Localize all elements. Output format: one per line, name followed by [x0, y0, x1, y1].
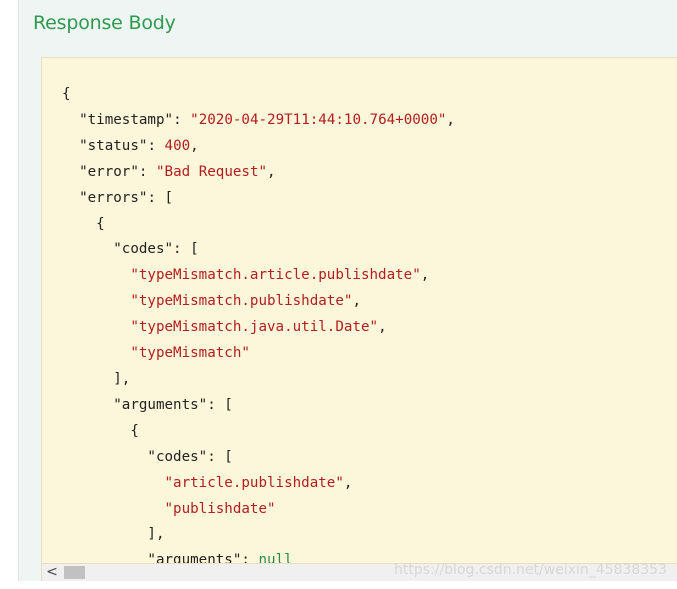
response-body-code-box[interactable]: { "timestamp": "2020-04-29T11:44:10.764+… — [41, 57, 677, 564]
scrollbar-thumb[interactable] — [64, 566, 85, 579]
json-key: "errors" — [79, 189, 148, 206]
scroll-left-arrow-icon[interactable]: < — [44, 564, 60, 581]
json-key: "error" — [79, 163, 139, 180]
json-string: "publishdate" — [164, 500, 276, 517]
page: Response Body { "timestamp": "2020-04-29… — [0, 0, 677, 589]
bottom-strip — [18, 581, 677, 589]
response-json: { "timestamp": "2020-04-29T11:44:10.764+… — [42, 58, 677, 564]
json-number: 400 — [164, 137, 191, 154]
json-key: "codes" — [147, 448, 208, 465]
json-string: "2020-04-29T11:44:10.764+0000" — [190, 111, 447, 128]
json-key: "status" — [79, 137, 148, 154]
json-string: "article.publishdate" — [164, 474, 344, 491]
json-string: "typeMismatch.article.publishdate" — [130, 267, 421, 284]
json-string: "typeMismatch.java.util.Date" — [130, 319, 379, 336]
json-key: "arguments" — [113, 396, 208, 413]
response-body-title: Response Body — [33, 12, 176, 34]
json-string: "typeMismatch.publishdate" — [130, 293, 353, 310]
json-null: null — [258, 552, 293, 564]
json-key: "codes" — [113, 241, 174, 258]
json-key: "timestamp" — [79, 111, 174, 128]
json-string: "typeMismatch" — [130, 345, 250, 362]
watermark-text: https://blog.csdn.net/weixin_45838353 — [393, 562, 667, 578]
json-string: "Bad Request" — [155, 163, 268, 180]
json-key: "arguments" — [147, 552, 242, 564]
